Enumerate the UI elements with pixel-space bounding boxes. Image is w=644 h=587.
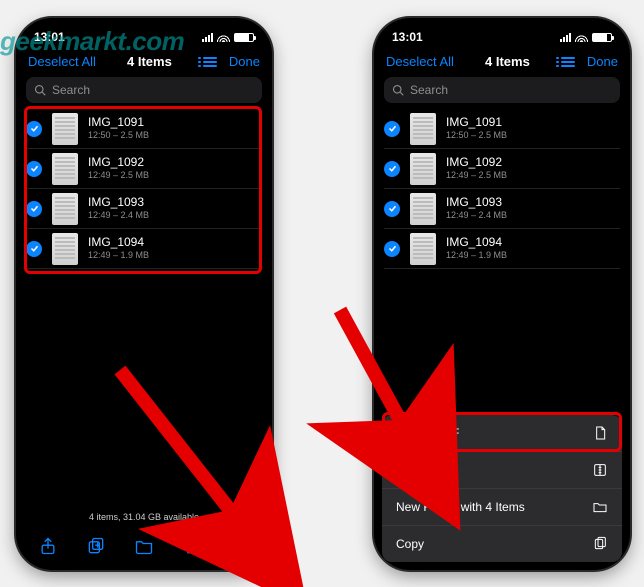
phone-right: 13:01 Deselect All 4 Items Done Search I [374, 18, 630, 570]
file-meta: 12:49 – 1.9 MB [446, 250, 507, 260]
file-name: IMG_1093 [88, 196, 149, 210]
nav-title: 4 Items [127, 54, 172, 69]
file-thumbnail [410, 113, 436, 145]
checkmark-icon[interactable] [26, 241, 42, 257]
list-item[interactable]: IMG_109312:49 – 2.4 MB [26, 189, 262, 229]
deselect-all-button[interactable]: Deselect All [28, 54, 96, 69]
more-button[interactable] [224, 530, 256, 562]
checkmark-icon[interactable] [384, 121, 400, 137]
file-meta: 12:49 – 2.4 MB [88, 210, 149, 220]
file-name: IMG_1094 [446, 236, 507, 250]
file-meta: 12:49 – 1.9 MB [88, 250, 149, 260]
wifi-icon [217, 33, 230, 42]
share-button[interactable] [32, 530, 64, 562]
list-view-icon[interactable] [203, 57, 217, 67]
file-meta: 12:49 – 2.5 MB [88, 170, 149, 180]
delete-button[interactable] [176, 530, 208, 562]
file-thumbnail [410, 153, 436, 185]
file-thumbnail [52, 233, 78, 265]
copy-button[interactable]: Copy [382, 526, 622, 562]
search-icon [392, 84, 404, 96]
list-item[interactable]: IMG_109312:49 – 2.4 MB [384, 189, 620, 229]
notch [442, 18, 562, 40]
cellular-icon [560, 33, 571, 42]
checkmark-icon[interactable] [384, 201, 400, 217]
nav-bar: Deselect All 4 Items Done [16, 48, 272, 73]
search-input[interactable]: Search [384, 77, 620, 103]
file-list: IMG_109112:50 – 2.5 MB IMG_109212:49 – 2… [374, 109, 630, 269]
deselect-all-button[interactable]: Deselect All [386, 54, 454, 69]
checkmark-icon[interactable] [26, 161, 42, 177]
action-sheet: Create PDF Compress New Folder with 4 It… [382, 415, 622, 562]
menu-label: Create PDF [396, 426, 459, 440]
file-thumbnail [410, 193, 436, 225]
file-thumbnail [52, 153, 78, 185]
menu-label: New Folder with 4 Items [396, 500, 525, 514]
phone-left: 13:01 Deselect All 4 Items Done Search I [16, 18, 272, 570]
battery-icon [592, 33, 612, 42]
document-icon [592, 425, 608, 441]
list-item[interactable]: IMG_109412:49 – 1.9 MB [384, 229, 620, 269]
storage-status: 4 items, 31.04 GB available [16, 512, 272, 522]
cellular-icon [202, 33, 213, 42]
done-button[interactable]: Done [229, 54, 260, 69]
nav-bar: Deselect All 4 Items Done [374, 48, 630, 73]
menu-label: Copy [396, 537, 424, 551]
toolbar [16, 528, 272, 570]
file-list: IMG_109112:50 – 2.5 MB IMG_109212:49 – 2… [16, 109, 272, 269]
menu-label: Compress [396, 463, 451, 477]
checkmark-icon[interactable] [384, 161, 400, 177]
file-name: IMG_1091 [88, 116, 149, 130]
checkmark-icon[interactable] [26, 121, 42, 137]
search-placeholder: Search [410, 83, 448, 97]
archive-icon [592, 462, 608, 478]
file-name: IMG_1094 [88, 236, 149, 250]
duplicate-button[interactable] [80, 530, 112, 562]
file-meta: 12:49 – 2.5 MB [446, 170, 507, 180]
search-input[interactable]: Search [26, 77, 262, 103]
checkmark-icon[interactable] [26, 201, 42, 217]
nav-title: 4 Items [485, 54, 530, 69]
file-meta: 12:50 – 2.5 MB [446, 130, 507, 140]
file-name: IMG_1092 [446, 156, 507, 170]
list-view-icon[interactable] [561, 57, 575, 67]
checkmark-icon[interactable] [384, 241, 400, 257]
file-name: IMG_1093 [446, 196, 507, 210]
search-icon [34, 84, 46, 96]
battery-icon [234, 33, 254, 42]
file-meta: 12:50 – 2.5 MB [88, 130, 149, 140]
file-name: IMG_1091 [446, 116, 507, 130]
list-item[interactable]: IMG_109212:49 – 2.5 MB [384, 149, 620, 189]
notch [84, 18, 204, 40]
create-pdf-button[interactable]: Create PDF [382, 415, 622, 452]
list-item[interactable]: IMG_109212:49 – 2.5 MB [26, 149, 262, 189]
file-thumbnail [52, 113, 78, 145]
file-meta: 12:49 – 2.4 MB [446, 210, 507, 220]
file-thumbnail [410, 233, 436, 265]
folder-icon [592, 499, 608, 515]
move-button[interactable] [128, 530, 160, 562]
status-time: 13:01 [392, 30, 423, 44]
copy-icon [592, 536, 608, 552]
search-placeholder: Search [52, 83, 90, 97]
file-thumbnail [52, 193, 78, 225]
compress-button[interactable]: Compress [382, 452, 622, 489]
done-button[interactable]: Done [587, 54, 618, 69]
new-folder-button[interactable]: New Folder with 4 Items [382, 489, 622, 526]
status-time: 13:01 [34, 30, 65, 44]
file-name: IMG_1092 [88, 156, 149, 170]
list-item[interactable]: IMG_109112:50 – 2.5 MB [26, 109, 262, 149]
wifi-icon [575, 33, 588, 42]
list-item[interactable]: IMG_109112:50 – 2.5 MB [384, 109, 620, 149]
list-item[interactable]: IMG_109412:49 – 1.9 MB [26, 229, 262, 269]
